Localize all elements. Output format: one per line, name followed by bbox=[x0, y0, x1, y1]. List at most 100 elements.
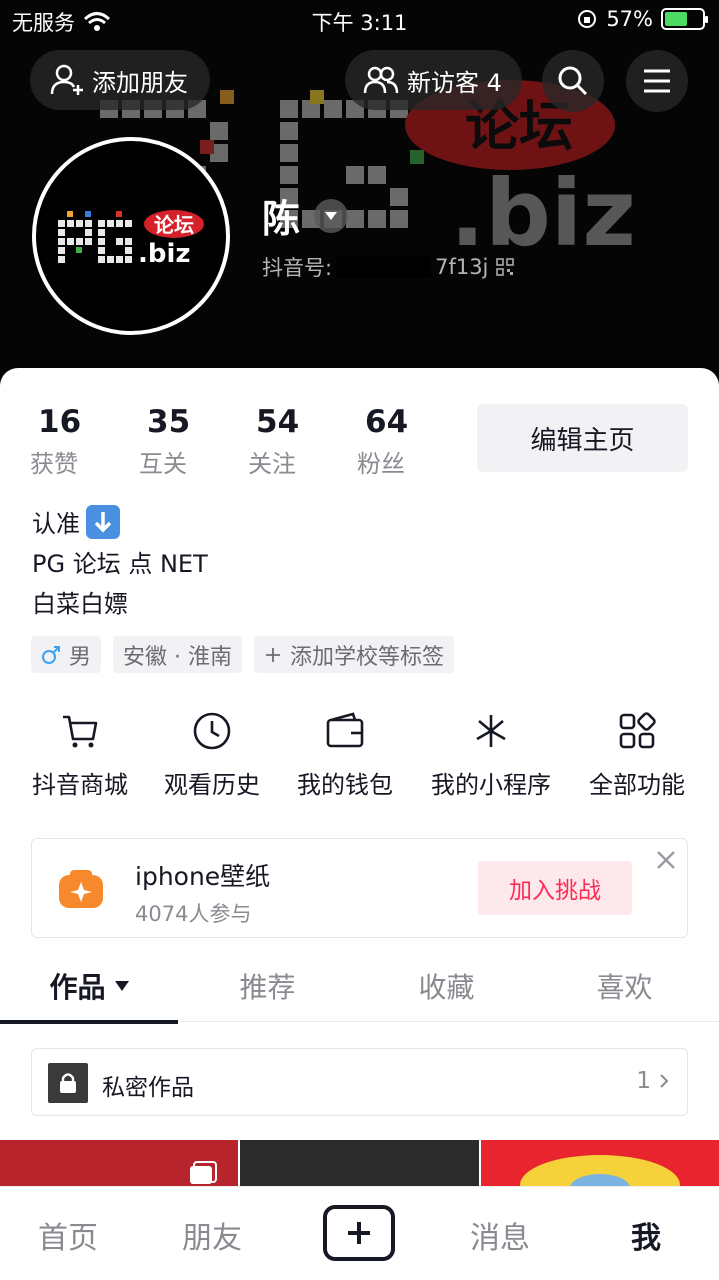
feature-history[interactable]: 观看历史 bbox=[164, 711, 260, 800]
add-tag-button[interactable]: 添加学校等标签 bbox=[254, 636, 455, 673]
status-right: 57% bbox=[576, 7, 708, 31]
gender-label: 男 bbox=[69, 644, 92, 670]
nav-home[interactable]: 首页 bbox=[38, 1213, 98, 1257]
feature-label: 我的钱包 bbox=[297, 771, 393, 799]
new-visitors-label: 新访客 4 bbox=[407, 68, 502, 97]
private-works-count-value: 1 bbox=[636, 1068, 651, 1094]
challenge-participants: 4074人参与 bbox=[135, 902, 252, 926]
challenge-icon bbox=[59, 870, 103, 908]
tab-works[interactable]: 作品 bbox=[0, 966, 179, 1022]
private-works-row[interactable]: 私密作品 1 bbox=[31, 1048, 688, 1116]
private-works-title: 私密作品 bbox=[102, 1075, 194, 1101]
search-button[interactable] bbox=[542, 50, 604, 112]
tab-likes[interactable]: 喜欢 bbox=[535, 966, 714, 1022]
add-friend-label: 添加朋友 bbox=[92, 68, 188, 97]
feature-label: 全部功能 bbox=[589, 771, 685, 799]
menu-button[interactable] bbox=[626, 50, 688, 112]
douyin-id-value: 7f13j bbox=[435, 255, 489, 279]
tab-recommended[interactable]: 推荐 bbox=[178, 966, 357, 1022]
stat-followers[interactable]: 64 粉丝 bbox=[357, 404, 466, 479]
lock-icon bbox=[60, 1073, 76, 1093]
stat-following[interactable]: 54 关注 bbox=[248, 404, 357, 479]
bottom-navigation: 首页 朋友 消息 我 bbox=[0, 1186, 719, 1280]
battery-percent: 57% bbox=[606, 7, 653, 31]
stat-likes[interactable]: 16 获赞 bbox=[30, 404, 139, 479]
qr-code-icon[interactable] bbox=[496, 258, 515, 276]
grid-icon bbox=[619, 712, 656, 749]
feature-label: 我的小程序 bbox=[431, 771, 551, 799]
bio: 认准 PG 论坛 点 NET 白菜白嫖 bbox=[32, 504, 208, 624]
add-tag-label: 添加学校等标签 bbox=[290, 644, 445, 670]
location-tag[interactable]: 安徽 · 淮南 bbox=[113, 636, 242, 673]
stats-row: 16 获赞 35 互关 54 关注 64 粉丝 bbox=[30, 404, 466, 479]
asterisk-icon bbox=[476, 715, 506, 747]
male-icon bbox=[42, 645, 60, 664]
nav-me[interactable]: 我 bbox=[631, 1213, 661, 1257]
bio-line: PG 论坛 点 NET bbox=[32, 550, 208, 578]
plus-icon bbox=[266, 647, 280, 662]
bio-line: 白菜白嫖 bbox=[32, 590, 128, 618]
status-bar: 无服务 下午 3:11 57% bbox=[0, 0, 719, 40]
feature-label: 抖音商城 bbox=[32, 771, 128, 799]
bio-line-text: 认准 bbox=[32, 510, 80, 538]
join-challenge-button[interactable]: 加入挑战 bbox=[478, 861, 632, 915]
feature-label: 观看历史 bbox=[164, 771, 260, 799]
svg-text:.biz: .biz bbox=[138, 239, 191, 266]
private-works-thumbnail bbox=[48, 1063, 88, 1103]
bio-line: 认准 bbox=[32, 504, 208, 544]
stat-mutual[interactable]: 35 互关 bbox=[139, 404, 248, 479]
plus-icon bbox=[348, 1222, 370, 1244]
multi-image-icon bbox=[190, 1161, 217, 1184]
chevron-right-icon bbox=[660, 1074, 669, 1088]
search-icon bbox=[558, 66, 588, 96]
tab-label: 作品 bbox=[49, 971, 106, 1004]
challenge-title: iphone壁纸 bbox=[135, 862, 271, 891]
video-thumbnail[interactable] bbox=[0, 1140, 238, 1186]
profile-tags: 男 安徽 · 淮南 添加学校等标签 bbox=[31, 636, 455, 673]
visitors-icon bbox=[363, 66, 399, 94]
close-icon[interactable] bbox=[655, 849, 677, 871]
stat-label: 获赞 bbox=[30, 450, 78, 478]
stat-value: 16 bbox=[38, 404, 82, 440]
account-switch-button[interactable] bbox=[314, 198, 349, 233]
stat-label: 粉丝 bbox=[357, 450, 405, 478]
video-thumbnail[interactable] bbox=[481, 1140, 719, 1186]
caret-down-icon bbox=[114, 981, 129, 991]
tab-favorites[interactable]: 收藏 bbox=[357, 966, 536, 1022]
pg-logo-icon: 论坛 .biz bbox=[58, 210, 204, 266]
stat-value: 54 bbox=[256, 404, 300, 440]
nav-messages[interactable]: 消息 bbox=[470, 1213, 530, 1257]
gender-tag[interactable]: 男 bbox=[31, 636, 102, 673]
svg-text:.biz: .biz bbox=[450, 160, 636, 267]
video-thumbnail[interactable] bbox=[240, 1140, 479, 1186]
add-friend-button[interactable]: 添加朋友 bbox=[30, 50, 210, 110]
edit-profile-button[interactable]: 编辑主页 bbox=[477, 404, 688, 472]
private-works-count: 1 bbox=[636, 1068, 669, 1094]
video-grid bbox=[0, 1140, 719, 1186]
tab-indicator bbox=[0, 1020, 178, 1024]
feature-shop[interactable]: 抖音商城 bbox=[32, 711, 128, 800]
feature-all-functions[interactable]: 全部功能 bbox=[589, 711, 685, 800]
stat-value: 35 bbox=[147, 404, 191, 440]
douyin-id[interactable]: 抖音号: 7f13j bbox=[262, 252, 515, 282]
id-redaction bbox=[336, 256, 432, 278]
challenge-card[interactable]: iphone壁纸 4074人参与 加入挑战 bbox=[31, 838, 688, 938]
feature-mini-programs[interactable]: 我的小程序 bbox=[431, 711, 551, 800]
new-visitors-button[interactable]: 新访客 4 bbox=[345, 50, 522, 110]
create-post-button[interactable] bbox=[323, 1205, 395, 1261]
username-text: 陈 bbox=[262, 197, 301, 241]
caret-down-icon bbox=[325, 211, 338, 220]
feature-wallet[interactable]: 我的钱包 bbox=[297, 711, 393, 800]
hamburger-menu-icon bbox=[644, 69, 670, 93]
wallet-icon bbox=[326, 712, 364, 748]
profile-content: 16 获赞 35 互关 54 关注 64 粉丝 编辑主页 认准 PG 论坛 点 … bbox=[0, 368, 719, 1186]
username[interactable]: 陈 bbox=[262, 188, 349, 243]
douyin-id-label: 抖音号: bbox=[262, 256, 333, 280]
add-user-icon bbox=[50, 64, 83, 95]
svg-text:论坛: 论坛 bbox=[154, 213, 194, 237]
content-tabs: 作品 推荐 收藏 喜欢 bbox=[0, 966, 719, 1022]
clock-icon bbox=[193, 712, 231, 750]
nav-friends[interactable]: 朋友 bbox=[182, 1213, 242, 1257]
avatar[interactable]: 论坛 .biz bbox=[32, 137, 230, 335]
cart-icon bbox=[63, 715, 98, 748]
